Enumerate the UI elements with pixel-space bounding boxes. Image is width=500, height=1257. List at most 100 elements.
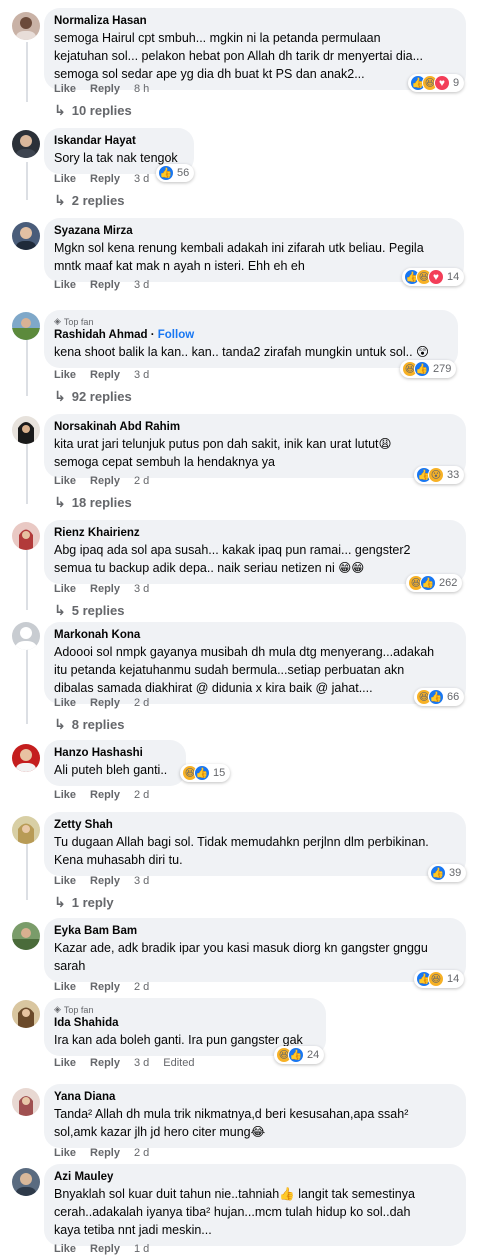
author-name[interactable]: Syazana Mirza: [54, 224, 452, 239]
reply-button[interactable]: Reply: [90, 582, 120, 596]
comment-actions: Like Reply 2 d: [54, 696, 149, 710]
reaction-count: 14: [447, 271, 460, 283]
timestamp[interactable]: 3 d: [134, 172, 149, 186]
avatar[interactable]: [12, 522, 40, 550]
like-button[interactable]: Like: [54, 696, 76, 710]
view-replies-button[interactable]: ↳ 18 replies: [54, 494, 132, 511]
author-name[interactable]: Rienz Khairienz: [54, 526, 454, 541]
timestamp[interactable]: 8 h: [134, 82, 149, 96]
comment-actions: Like Reply 3 d: [54, 172, 149, 186]
avatar[interactable]: [12, 222, 40, 250]
avatar[interactable]: [12, 622, 40, 650]
reply-button[interactable]: Reply: [90, 980, 120, 994]
timestamp[interactable]: 2 d: [134, 788, 149, 802]
comment-text: kena shoot balik la kan.. kan.. tanda2 z…: [54, 345, 430, 359]
reply-button[interactable]: Reply: [90, 1242, 120, 1256]
reaction-summary[interactable]: 😆 👍 262: [406, 574, 463, 592]
timestamp[interactable]: 2 d: [134, 980, 149, 994]
author-name[interactable]: Normaliza Hasan: [54, 14, 454, 29]
reply-button[interactable]: Reply: [90, 278, 120, 292]
reaction-summary[interactable]: 👍 😮 33: [414, 466, 465, 484]
like-button[interactable]: Like: [54, 582, 76, 596]
reaction-summary[interactable]: 👍 😆 ♥ 9: [408, 74, 465, 92]
reply-button[interactable]: Reply: [90, 1146, 120, 1160]
follow-button[interactable]: Follow: [158, 329, 194, 341]
comment-actions: Like Reply 2 d: [54, 788, 149, 802]
like-button[interactable]: Like: [54, 82, 76, 96]
avatar[interactable]: [12, 922, 40, 950]
like-button[interactable]: Like: [54, 368, 76, 382]
author-name[interactable]: Ida Shahida: [54, 1016, 314, 1031]
like-reaction-icon: 👍: [420, 575, 436, 591]
timestamp[interactable]: 3 d: [134, 1056, 149, 1070]
reaction-count: 9: [453, 77, 460, 89]
like-button[interactable]: Like: [54, 278, 76, 292]
avatar[interactable]: [12, 12, 40, 40]
view-replies-button[interactable]: ↳ 92 replies: [54, 388, 132, 405]
reaction-count: 39: [449, 867, 462, 879]
comment-actions: Like Reply 2 d: [54, 1146, 149, 1160]
author-name[interactable]: Iskandar Hayat: [54, 134, 182, 149]
timestamp[interactable]: 1 d: [134, 1242, 149, 1256]
like-button[interactable]: Like: [54, 1146, 76, 1160]
avatar[interactable]: [12, 744, 40, 772]
like-button[interactable]: Like: [54, 474, 76, 488]
author-name[interactable]: Norsakinah Abd Rahim: [54, 420, 454, 435]
timestamp[interactable]: 2 d: [134, 696, 149, 710]
reply-button[interactable]: Reply: [90, 368, 120, 382]
view-replies-button[interactable]: ↳ 10 replies: [54, 102, 132, 119]
reply-button[interactable]: Reply: [90, 696, 120, 710]
comment-bubble: Markonah Kona Adoooi sol nmpk gayanya mu…: [44, 622, 466, 704]
timestamp[interactable]: 2 d: [134, 474, 149, 488]
view-replies-button[interactable]: ↳ 2 replies: [54, 192, 125, 209]
like-button[interactable]: Like: [54, 172, 76, 186]
reply-button[interactable]: Reply: [90, 874, 120, 888]
author-name[interactable]: Hanzo Hashashi: [54, 746, 174, 761]
timestamp[interactable]: 3 d: [134, 278, 149, 292]
comment-bubble: Rienz Khairienz Abg ipaq ada sol apa sus…: [44, 520, 466, 584]
reply-button[interactable]: Reply: [90, 788, 120, 802]
reply-button[interactable]: Reply: [90, 172, 120, 186]
reaction-summary[interactable]: 😆 👍 279: [400, 360, 457, 378]
reply-button[interactable]: Reply: [90, 1056, 120, 1070]
thread-line: [26, 42, 28, 102]
avatar[interactable]: [12, 1000, 40, 1028]
avatar[interactable]: [12, 312, 40, 340]
like-button[interactable]: Like: [54, 1056, 76, 1070]
avatar[interactable]: [12, 816, 40, 844]
author-name[interactable]: Eyka Bam Bam: [54, 924, 454, 939]
reaction-summary[interactable]: 😆 👍 24: [274, 1046, 325, 1064]
reaction-summary[interactable]: 👍 39: [428, 864, 467, 882]
reply-button[interactable]: Reply: [90, 474, 120, 488]
timestamp[interactable]: 3 d: [134, 874, 149, 888]
comment-actions: Like Reply 3 d Edited: [54, 1056, 194, 1070]
timestamp[interactable]: 3 d: [134, 582, 149, 596]
timestamp[interactable]: 2 d: [134, 1146, 149, 1160]
timestamp[interactable]: 3 d: [134, 368, 149, 382]
haha-reaction-icon: 😆: [428, 971, 444, 987]
like-button[interactable]: Like: [54, 1242, 76, 1256]
avatar[interactable]: [12, 1088, 40, 1116]
like-button[interactable]: Like: [54, 980, 76, 994]
view-replies-button[interactable]: ↳ 8 replies: [54, 716, 125, 733]
reaction-summary[interactable]: 😆 👍 15: [180, 764, 231, 782]
avatar[interactable]: [12, 416, 40, 444]
author-name[interactable]: Zetty Shah: [54, 818, 454, 833]
like-reaction-icon: 👍: [288, 1047, 304, 1063]
like-button[interactable]: Like: [54, 874, 76, 888]
reply-button[interactable]: Reply: [90, 82, 120, 96]
replies-count: 8 replies: [71, 717, 125, 732]
author-name[interactable]: Markonah Kona: [54, 628, 454, 643]
reaction-summary[interactable]: 👍 56: [156, 164, 195, 182]
author-name[interactable]: Yana Diana: [54, 1090, 454, 1105]
view-replies-button[interactable]: ↳ 1 reply: [54, 894, 114, 911]
like-button[interactable]: Like: [54, 788, 76, 802]
view-replies-button[interactable]: ↳ 5 replies: [54, 602, 125, 619]
comment-text: semoga Hairul cpt smbuh... mgkin ni la p…: [54, 31, 423, 81]
reaction-summary[interactable]: 👍 😆 14: [414, 970, 465, 988]
reaction-summary[interactable]: 👍 😆 ♥ 14: [402, 268, 465, 286]
avatar[interactable]: [12, 1168, 40, 1196]
author-name[interactable]: Azi Mauley: [54, 1170, 454, 1185]
reaction-summary[interactable]: 😆 👍 66: [414, 688, 465, 706]
avatar[interactable]: [12, 130, 40, 158]
